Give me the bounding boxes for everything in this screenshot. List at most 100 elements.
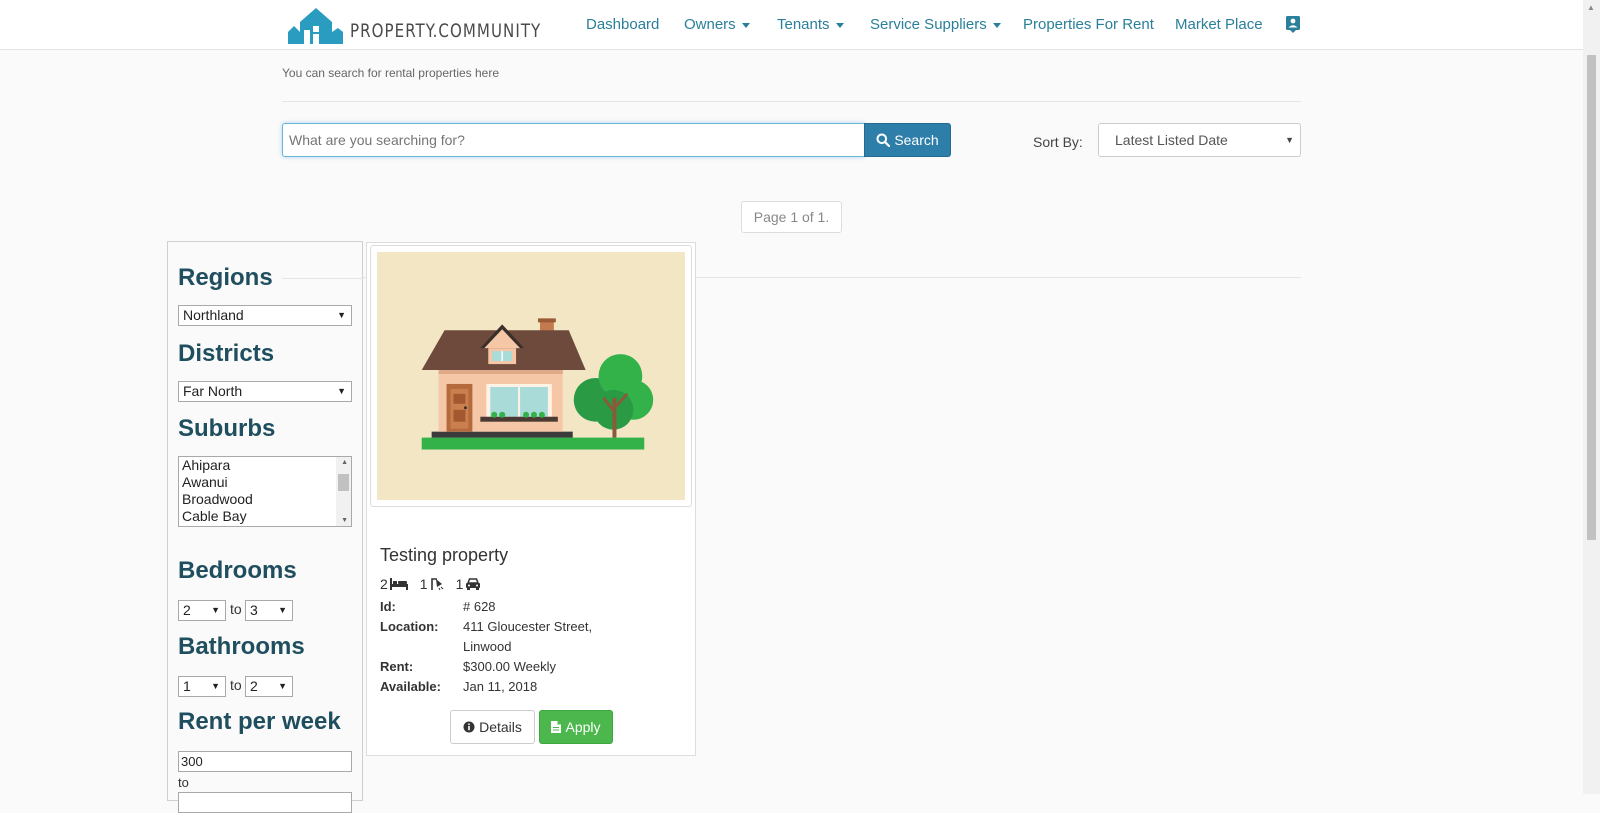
dropdown-arrow-icon: ▼ xyxy=(278,681,287,691)
suburb-option[interactable]: Ahipara xyxy=(179,457,351,474)
bathrooms-from-select[interactable]: 1 ▼ xyxy=(178,676,226,697)
bathrooms-to-label: to xyxy=(230,677,242,693)
search-button[interactable]: Search xyxy=(864,123,951,157)
brand-name: PROPERTY.COMMUNITY xyxy=(350,20,542,42)
property-features: 2 1 1 xyxy=(380,576,493,592)
divider xyxy=(282,101,1301,102)
rent-from-input[interactable]: 300 xyxy=(178,751,352,772)
bathrooms-count: 1 xyxy=(419,576,428,592)
region-select[interactable]: Northland ▼ xyxy=(178,305,352,326)
garages-feature: 1 xyxy=(456,576,482,592)
rent-to-input[interactable] xyxy=(178,792,352,813)
contact-card-icon[interactable] xyxy=(1285,15,1301,33)
dropdown-arrow-icon: ▼ xyxy=(337,386,346,396)
suburb-option[interactable]: Awanui xyxy=(179,474,351,491)
nav-tenants[interactable]: Tenants xyxy=(777,16,844,33)
pagination-info: Page 1 of 1. xyxy=(741,201,842,233)
region-select-value: Northland xyxy=(183,307,244,323)
bathrooms-to-value: 2 xyxy=(250,678,258,694)
apply-button[interactable]: Apply xyxy=(539,710,613,744)
nav-tenants-label: Tenants xyxy=(777,16,830,33)
bedrooms-from-value: 2 xyxy=(183,602,191,618)
bathrooms-from-value: 1 xyxy=(183,678,191,694)
details-button[interactable]: Details xyxy=(450,710,535,744)
id-value: # 628 xyxy=(463,599,496,614)
dropdown-arrow-icon: ▼ xyxy=(211,605,220,615)
brand-logo[interactable]: PROPERTY.COMMUNITY xyxy=(286,4,567,44)
dropdown-arrow-icon: ▼ xyxy=(337,310,346,320)
listbox-scrollbar[interactable]: ▲ ▼ xyxy=(336,457,351,526)
sort-select[interactable]: Latest Listed Date ▼ xyxy=(1098,123,1301,157)
house-illustration xyxy=(377,252,685,500)
district-select-value: Far North xyxy=(183,383,243,399)
file-icon xyxy=(551,721,562,733)
search-button-label: Search xyxy=(894,132,939,148)
bedrooms-feature: 2 xyxy=(380,576,408,592)
bedrooms-count: 2 xyxy=(380,576,388,592)
scrollbar-thumb[interactable] xyxy=(338,474,349,491)
bedrooms-from-select[interactable]: 2 ▼ xyxy=(178,600,226,621)
property-title[interactable]: Testing property xyxy=(380,545,508,566)
search-input[interactable] xyxy=(282,123,865,157)
nav-service-suppliers[interactable]: Service Suppliers xyxy=(870,16,1001,33)
scroll-up-icon[interactable]: ▲ xyxy=(1587,3,1595,12)
nav-owners-label: Owners xyxy=(684,16,736,33)
bedrooms-to-select[interactable]: 3 ▼ xyxy=(245,600,293,621)
bathrooms-to-select[interactable]: 2 ▼ xyxy=(245,676,293,697)
filter-sidebar: Regions Northland ▼ Districts Far North … xyxy=(167,241,364,813)
rent-per-week-heading: Rent per week xyxy=(178,708,341,735)
divider xyxy=(282,278,364,279)
rent-label: Rent: xyxy=(380,659,414,674)
regions-heading: Regions xyxy=(178,264,273,291)
details-button-label: Details xyxy=(479,719,522,735)
bedrooms-to-value: 3 xyxy=(250,602,258,618)
location-line1: 411 Gloucester Street, xyxy=(463,619,593,634)
nav-service-suppliers-label: Service Suppliers xyxy=(870,16,987,33)
sort-select-value: Latest Listed Date xyxy=(1115,132,1228,148)
search-icon xyxy=(876,133,891,147)
property-card: Testing property 2 1 1 Id: # 628 Locatio… xyxy=(366,242,696,756)
district-select[interactable]: Far North ▼ xyxy=(178,381,352,402)
nav-market-place-label: Market Place xyxy=(1175,16,1263,33)
house-logo-icon xyxy=(288,8,343,44)
location-line2: Linwood xyxy=(463,639,512,654)
top-navbar: PROPERTY.COMMUNITY Dashboard Owners Tena… xyxy=(0,0,1583,50)
property-thumbnail[interactable] xyxy=(370,245,692,507)
info-circle-icon xyxy=(463,721,475,733)
scroll-down-icon[interactable]: ▼ xyxy=(341,517,348,524)
districts-heading: Districts xyxy=(178,340,275,367)
sort-label: Sort By: xyxy=(1033,134,1083,150)
location-label: Location: xyxy=(380,619,439,634)
dropdown-arrow-icon: ▼ xyxy=(211,681,220,691)
nav-properties-for-rent[interactable]: Properties For Rent xyxy=(1023,16,1154,33)
apply-button-label: Apply xyxy=(565,719,601,735)
nav-owners[interactable]: Owners xyxy=(684,16,750,33)
suburbs-listbox[interactable]: Ahipara Awanui Broadwood Cable Bay ▲ ▼ xyxy=(178,456,352,527)
caret-down-icon xyxy=(835,22,844,28)
rent-value: $300.00 Weekly xyxy=(463,659,556,674)
nav-dashboard[interactable]: Dashboard xyxy=(586,16,659,33)
bedrooms-heading: Bedrooms xyxy=(178,557,297,584)
nav-properties-for-rent-label: Properties For Rent xyxy=(1023,16,1154,33)
nav-market-place[interactable]: Market Place xyxy=(1175,16,1263,33)
bedrooms-to-label: to xyxy=(230,601,242,617)
dropdown-arrow-icon: ▼ xyxy=(1285,135,1294,145)
suburb-option[interactable]: Broadwood xyxy=(179,491,351,508)
shower-icon xyxy=(430,578,443,591)
caret-down-icon xyxy=(741,22,750,28)
bed-icon xyxy=(389,578,408,590)
scroll-up-icon[interactable]: ▲ xyxy=(341,459,348,466)
nav-dashboard-label: Dashboard xyxy=(586,16,660,33)
page-subtitle: You can search for rental properties her… xyxy=(282,66,500,80)
suburbs-heading: Suburbs xyxy=(178,415,276,442)
bathrooms-heading: Bathrooms xyxy=(178,633,305,660)
car-icon xyxy=(466,578,481,590)
suburb-option[interactable]: Cable Bay xyxy=(179,508,351,525)
garages-count: 1 xyxy=(455,576,464,592)
caret-down-icon xyxy=(992,22,1001,28)
page-scrollbar-thumb[interactable] xyxy=(1587,55,1596,540)
page-scrollbar[interactable]: ▲ xyxy=(1583,0,1600,794)
dropdown-arrow-icon: ▼ xyxy=(278,605,287,615)
available-value: Jan 11, 2018 xyxy=(463,679,538,694)
rent-to-label: to xyxy=(178,775,189,790)
